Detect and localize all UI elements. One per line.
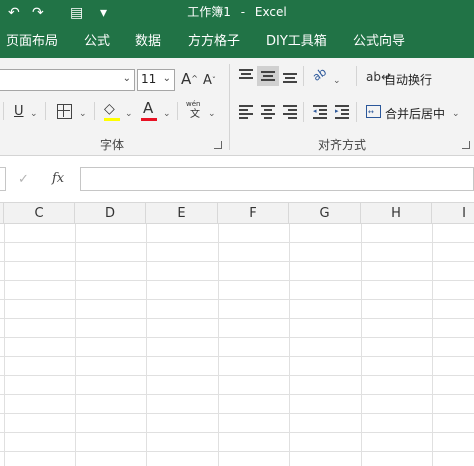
- tab-page-layout[interactable]: 页面布局: [6, 26, 58, 58]
- grow-font-label: A: [181, 70, 192, 88]
- align-center-icon[interactable]: [261, 104, 277, 119]
- ribbon: ⌄ 11 ⌄ A^ Aˇ U ⌄ ⌄ ◇ ⌄ A ⌄ wén 文 ⌄ 字体 ab…: [0, 58, 474, 156]
- divider: [177, 102, 178, 120]
- column-headers: C D E F G H I: [0, 202, 474, 224]
- column-header-h[interactable]: H: [361, 203, 432, 224]
- fill-color-swatch: [104, 118, 120, 121]
- gridline: [0, 432, 474, 433]
- shrink-font-label: A: [203, 73, 212, 88]
- column-header-d[interactable]: D: [75, 203, 146, 224]
- chevron-down-icon[interactable]: ⌄: [125, 105, 133, 123]
- chevron-down-icon[interactable]: ⌄: [163, 105, 171, 123]
- gridline: [0, 318, 474, 319]
- align-top-icon[interactable]: [239, 68, 255, 82]
- grow-font-button[interactable]: A^: [181, 70, 198, 88]
- tab-formulas[interactable]: 公式: [84, 26, 110, 58]
- increase-indent-icon[interactable]: ▸: [335, 104, 351, 119]
- gridline: [0, 337, 474, 338]
- gridline: [0, 261, 474, 262]
- alignment-dialog-launcher-icon[interactable]: [462, 141, 470, 149]
- font-size-dropdown[interactable]: 11 ⌄: [137, 69, 175, 91]
- column-header-c[interactable]: C: [4, 203, 75, 224]
- fill-color-icon[interactable]: ◇: [104, 100, 115, 118]
- orientation-icon[interactable]: ab: [309, 64, 331, 87]
- divider: [356, 66, 357, 86]
- gridline: [0, 413, 474, 414]
- chevron-down-icon: ⌄: [162, 73, 171, 84]
- caret-up-icon: ^: [191, 74, 198, 83]
- font-name-dropdown[interactable]: ⌄: [0, 69, 135, 91]
- font-color-button[interactable]: A: [143, 99, 153, 117]
- formula-bar: ✓ fx: [0, 157, 474, 202]
- gridline: [0, 356, 474, 357]
- divider: [45, 102, 46, 120]
- alignment-group-label: 对齐方式: [318, 138, 367, 152]
- column-header-g[interactable]: G: [289, 203, 361, 224]
- chevron-down-icon[interactable]: ⌄: [208, 105, 216, 123]
- borders-icon[interactable]: [57, 104, 72, 119]
- column-header-e[interactable]: E: [146, 203, 218, 224]
- underline-button[interactable]: U: [14, 103, 24, 121]
- tab-data[interactable]: 数据: [135, 26, 161, 58]
- document-title: 工作簿1: [187, 5, 231, 19]
- font-dialog-launcher-icon[interactable]: [214, 141, 222, 149]
- merge-center-label[interactable]: 合并后居中: [385, 105, 445, 122]
- column-header-i[interactable]: I: [432, 203, 474, 224]
- font-color-swatch: [141, 118, 157, 121]
- tab-diy-toolbox[interactable]: DIY工具箱: [266, 26, 327, 58]
- group-divider: [229, 64, 230, 150]
- caret-down-icon: ˇ: [211, 76, 216, 85]
- insert-function-button[interactable]: fx: [52, 171, 64, 186]
- app-name: Excel: [254, 5, 287, 19]
- divider: [356, 102, 357, 122]
- phonetic-top[interactable]: wén: [186, 100, 200, 108]
- title-separator: -: [240, 5, 246, 19]
- cell-grid[interactable]: [0, 224, 474, 466]
- align-middle-icon[interactable]: [261, 70, 277, 84]
- align-right-icon[interactable]: [283, 104, 299, 119]
- gridline: [0, 242, 474, 243]
- gridline: [0, 280, 474, 281]
- window-title: 工作簿1 - Excel: [0, 0, 474, 26]
- divider: [3, 102, 4, 120]
- phonetic-bottom[interactable]: 文: [190, 109, 200, 120]
- align-bottom-icon[interactable]: [283, 72, 299, 86]
- tab-formula-wizard[interactable]: 公式向导: [353, 26, 405, 58]
- chevron-down-icon[interactable]: ⌄: [79, 105, 87, 123]
- font-size-value: 11: [141, 72, 157, 86]
- ribbon-tabs: 页面布局 公式 数据 方方格子 DIY工具箱 公式向导: [0, 26, 474, 58]
- divider: [94, 102, 95, 120]
- gridline: [0, 299, 474, 300]
- align-left-icon[interactable]: [239, 104, 255, 119]
- gridline: [0, 451, 474, 452]
- divider: [303, 102, 304, 122]
- chevron-down-icon[interactable]: ⌄: [452, 105, 460, 123]
- chevron-down-icon: ⌄: [122, 73, 131, 84]
- font-group-label: 字体: [100, 138, 125, 152]
- title-bar: ↶ ↷ ▤ ▾ 工作簿1 - Excel: [0, 0, 474, 26]
- wrap-text-label[interactable]: 自动换行: [384, 71, 432, 88]
- gridline: [0, 375, 474, 376]
- check-icon[interactable]: ✓: [18, 172, 29, 187]
- merge-center-icon[interactable]: ↔: [366, 105, 381, 118]
- formula-input[interactable]: [80, 167, 474, 191]
- decrease-indent-icon[interactable]: ◂: [313, 104, 329, 119]
- column-header-f[interactable]: F: [218, 203, 289, 224]
- chevron-down-icon[interactable]: ⌄: [30, 105, 38, 123]
- tab-fangfang[interactable]: 方方格子: [188, 26, 240, 58]
- shrink-font-button[interactable]: Aˇ: [203, 72, 216, 90]
- chevron-down-icon[interactable]: ⌄: [333, 72, 341, 90]
- name-box[interactable]: [0, 167, 6, 191]
- divider: [303, 66, 304, 86]
- gridline: [0, 394, 474, 395]
